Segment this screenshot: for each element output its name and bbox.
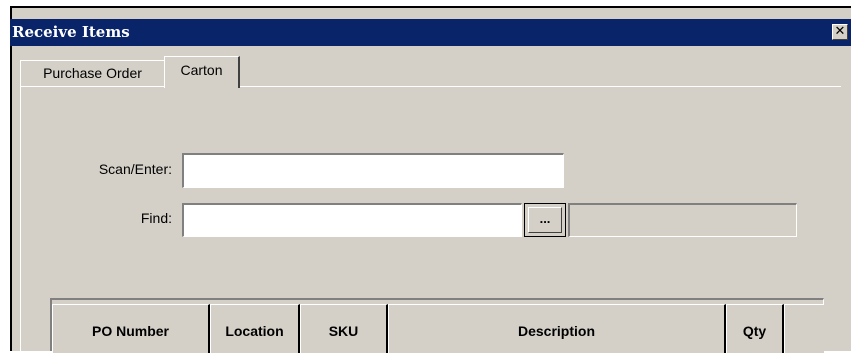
ellipsis-icon: ... — [528, 207, 562, 233]
scan-enter-input[interactable] — [182, 153, 564, 188]
tab-purchase-order-label: Purchase Order — [43, 65, 142, 81]
column-header-qty[interactable]: Qty — [726, 304, 784, 353]
title-bar[interactable]: Receive Items ✕ — [10, 19, 851, 46]
find-browse-button[interactable]: ... — [524, 203, 566, 237]
find-label: Find: — [140, 210, 172, 226]
tab-carton[interactable]: Carton — [164, 56, 240, 88]
close-button[interactable]: ✕ — [832, 24, 848, 40]
column-header-location[interactable]: Location — [210, 304, 300, 353]
window-title: Receive Items — [12, 23, 130, 41]
column-header-blank — [784, 304, 824, 353]
close-icon: ✕ — [834, 24, 846, 39]
scan-enter-label: Scan/Enter: — [98, 161, 172, 177]
items-grid[interactable]: PO Number Location SKU Description Qty — [50, 298, 824, 353]
column-header-sku[interactable]: SKU — [300, 304, 388, 353]
tab-carton-label: Carton — [180, 62, 223, 78]
column-header-description[interactable]: Description — [388, 304, 726, 353]
find-input[interactable] — [182, 203, 522, 237]
tab-purchase-order[interactable]: Purchase Order — [20, 60, 165, 86]
column-header-po-number[interactable]: PO Number — [52, 304, 210, 353]
find-result-display — [568, 203, 797, 237]
